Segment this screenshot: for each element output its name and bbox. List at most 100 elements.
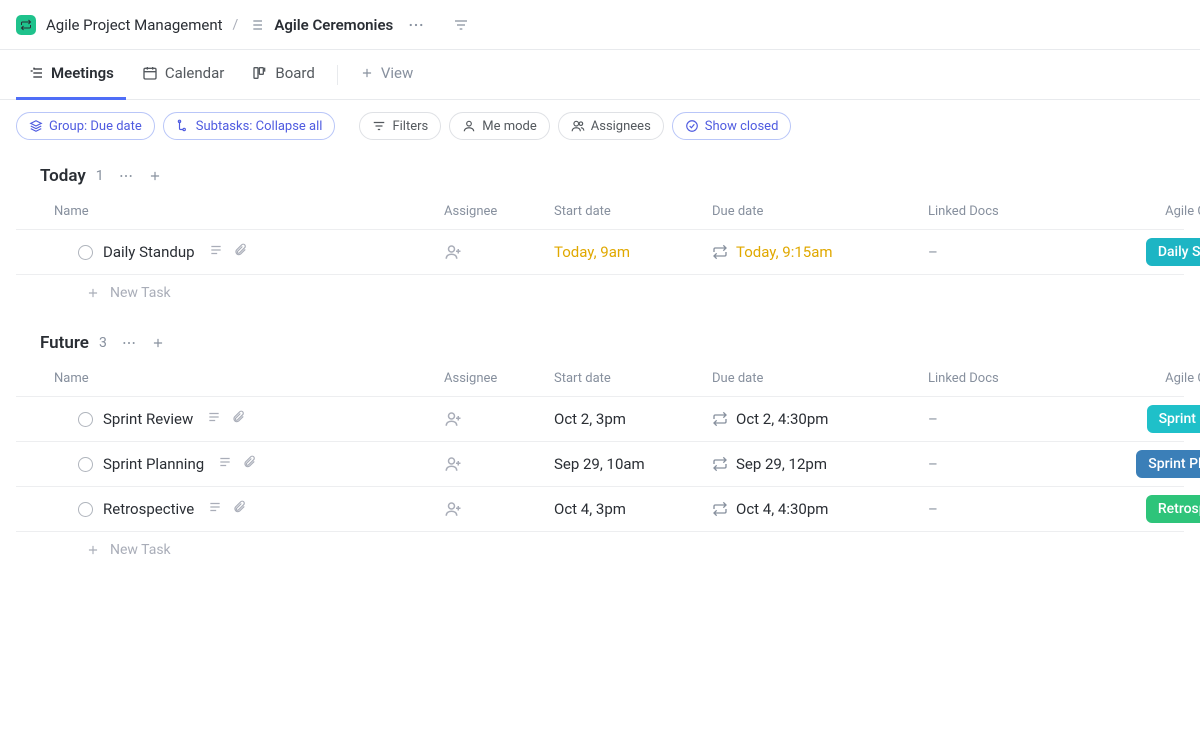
group-more-icon[interactable] xyxy=(117,331,141,355)
assignee-cell[interactable] xyxy=(444,500,554,518)
status-circle[interactable] xyxy=(78,245,93,260)
view-tab-label: Calendar xyxy=(165,64,225,82)
chip-me-mode[interactable]: Me mode xyxy=(449,112,550,140)
th-linked: Linked Docs xyxy=(928,204,1076,219)
assignee-cell[interactable] xyxy=(444,243,554,261)
ceremony-tag[interactable]: Sprint Review xyxy=(1147,405,1200,433)
chip-show-closed[interactable]: Show closed xyxy=(672,112,792,140)
linked-docs-cell[interactable]: – xyxy=(928,410,1076,428)
start-date-cell[interactable]: Sep 29, 10am xyxy=(554,455,712,473)
task-name[interactable]: Sprint Review xyxy=(103,410,193,428)
chip-group[interactable]: Group: Due date xyxy=(16,112,155,140)
th-name: Name xyxy=(54,371,444,386)
status-circle[interactable] xyxy=(78,412,93,427)
chip-filters[interactable]: Filters xyxy=(359,112,441,140)
view-tab-calendar[interactable]: Calendar xyxy=(130,50,237,100)
assignee-cell[interactable] xyxy=(444,455,554,473)
group-add-icon[interactable] xyxy=(148,169,162,183)
add-view-label: View xyxy=(381,64,413,82)
breadcrumb-space[interactable]: Agile Project Management xyxy=(46,16,223,34)
attachment-icon[interactable] xyxy=(242,455,256,473)
attachment-icon[interactable] xyxy=(233,243,247,261)
new-task-label: New Task xyxy=(110,542,171,558)
start-date-cell[interactable]: Oct 2, 3pm xyxy=(554,410,712,428)
recurring-icon xyxy=(712,244,728,260)
ceremony-tag[interactable]: Retrospective xyxy=(1146,495,1200,523)
task-name[interactable]: Sprint Planning xyxy=(103,455,204,473)
due-date-text: Oct 2, 4:30pm xyxy=(736,410,828,428)
caret-down-icon[interactable] xyxy=(18,337,30,349)
caret-down-icon[interactable] xyxy=(18,170,30,182)
start-date-cell[interactable]: Today, 9am xyxy=(554,243,712,261)
due-date-cell[interactable]: Today, 9:15am xyxy=(712,243,928,261)
new-task-label: New Task xyxy=(110,285,171,301)
new-task-button[interactable]: New Task xyxy=(16,275,1184,311)
group-title: Future xyxy=(40,333,89,353)
due-date-text: Today, 9:15am xyxy=(736,243,833,261)
task-row[interactable]: Retrospective Oct 4, 3pm Oct 4, 4:30pm –… xyxy=(16,487,1184,532)
group-add-icon[interactable] xyxy=(151,336,165,350)
linked-docs-cell[interactable]: – xyxy=(928,243,1076,261)
assignee-cell[interactable] xyxy=(444,410,554,428)
group-title: Today xyxy=(40,166,86,186)
ceremony-tag[interactable]: Sprint Planning xyxy=(1136,450,1200,478)
linked-docs-cell[interactable]: – xyxy=(928,455,1076,473)
chip-subtasks[interactable]: Subtasks: Collapse all xyxy=(163,112,336,140)
list-icon xyxy=(248,17,264,33)
task-row[interactable]: Sprint Planning Sep 29, 10am Sep 29, 12p… xyxy=(16,442,1184,487)
add-view-button[interactable]: View xyxy=(348,50,425,100)
chip-label: Filters xyxy=(392,119,428,134)
description-icon[interactable] xyxy=(208,500,222,518)
due-date-cell[interactable]: Oct 4, 4:30pm xyxy=(712,500,928,518)
description-icon[interactable] xyxy=(209,243,223,261)
breadcrumb-bar: Agile Project Management / Agile Ceremon… xyxy=(0,0,1200,50)
th-due: Due date xyxy=(712,371,928,386)
description-icon[interactable] xyxy=(207,410,221,428)
view-tab-label: Board xyxy=(275,64,314,82)
th-assignee: Assignee xyxy=(444,204,554,219)
column-headers: Name Assignee Start date Due date Linked… xyxy=(16,196,1184,230)
attachment-icon[interactable] xyxy=(231,410,245,428)
recurring-icon xyxy=(712,501,728,517)
sort-icon[interactable] xyxy=(449,13,473,37)
status-circle[interactable] xyxy=(78,457,93,472)
ceremony-tag[interactable]: Daily Standup xyxy=(1146,238,1200,266)
column-headers: Name Assignee Start date Due date Linked… xyxy=(16,363,1184,397)
task-group: Future 3 Name Assignee Start date Due da… xyxy=(0,319,1200,576)
chip-label: Group: Due date xyxy=(49,119,142,134)
group-header: Today 1 xyxy=(16,156,1184,196)
group-more-icon[interactable] xyxy=(114,164,138,188)
group-count: 3 xyxy=(99,335,107,351)
description-icon[interactable] xyxy=(218,455,232,473)
space-icon xyxy=(16,15,36,35)
view-tab-label: Meetings xyxy=(51,64,114,82)
task-row[interactable]: Daily Standup Today, 9am Today, 9:15am –… xyxy=(16,230,1184,275)
view-tab-board[interactable]: Board xyxy=(240,50,326,100)
task-row[interactable]: Sprint Review Oct 2, 3pm Oct 2, 4:30pm –… xyxy=(16,397,1184,442)
status-circle[interactable] xyxy=(78,502,93,517)
new-task-button[interactable]: New Task xyxy=(16,532,1184,568)
linked-docs-cell[interactable]: – xyxy=(928,500,1076,518)
due-date-text: Sep 29, 12pm xyxy=(736,455,827,473)
due-date-cell[interactable]: Oct 2, 4:30pm xyxy=(712,410,928,428)
due-date-cell[interactable]: Sep 29, 12pm xyxy=(712,455,928,473)
th-linked: Linked Docs xyxy=(928,371,1076,386)
th-start: Start date xyxy=(554,204,712,219)
view-divider xyxy=(337,65,338,85)
th-ceremony: Agile Ceremony xyxy=(1076,371,1200,386)
th-assignee: Assignee xyxy=(444,371,554,386)
view-tab-meetings[interactable]: Meetings xyxy=(16,50,126,100)
more-icon[interactable] xyxy=(403,12,429,38)
breadcrumb-separator: / xyxy=(233,17,239,33)
chip-label: Assignees xyxy=(591,119,651,134)
task-name[interactable]: Retrospective xyxy=(103,500,194,518)
recurring-icon xyxy=(712,456,728,472)
th-start: Start date xyxy=(554,371,712,386)
chip-assignees[interactable]: Assignees xyxy=(558,112,664,140)
attachment-icon[interactable] xyxy=(232,500,246,518)
th-name: Name xyxy=(54,204,444,219)
task-name[interactable]: Daily Standup xyxy=(103,243,195,261)
start-date-cell[interactable]: Oct 4, 3pm xyxy=(554,500,712,518)
chip-label: Me mode xyxy=(482,119,537,134)
breadcrumb-current[interactable]: Agile Ceremonies xyxy=(274,16,393,34)
